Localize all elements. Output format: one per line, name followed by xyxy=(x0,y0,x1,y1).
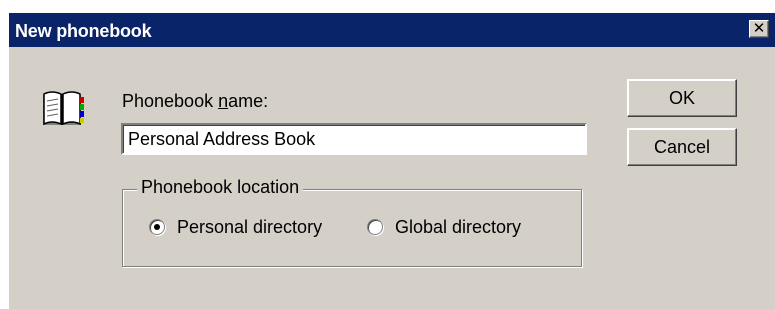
personal-directory-radio[interactable] xyxy=(149,219,165,235)
new-phonebook-dialog: New phonebook ✕ Phonebook name: Phoneboo… xyxy=(8,12,775,309)
personal-directory-option[interactable]: Personal directory xyxy=(149,216,322,238)
close-icon: ✕ xyxy=(752,20,766,37)
personal-directory-label: Personal directory xyxy=(177,216,323,237)
title-bar: New phonebook ✕ xyxy=(9,13,775,47)
phonebook-location-group: Phonebook location Personal directory Gl… xyxy=(122,177,582,267)
global-directory-option[interactable]: Global directory xyxy=(367,216,521,238)
cancel-button[interactable]: Cancel xyxy=(627,128,737,166)
phonebook-location-label: Phonebook location xyxy=(137,177,304,198)
global-directory-radio[interactable] xyxy=(367,219,383,235)
dialog-title: New phonebook xyxy=(15,21,152,41)
ok-button[interactable]: OK xyxy=(627,79,737,117)
global-directory-label: Global directory xyxy=(395,216,522,237)
phonebook-name-label: Phonebook name: xyxy=(122,91,269,111)
phonebook-name-input[interactable] xyxy=(126,128,582,150)
phonebook-name-textbox xyxy=(121,123,587,155)
close-button[interactable]: ✕ xyxy=(749,20,769,38)
phonebook-icon xyxy=(43,91,84,126)
